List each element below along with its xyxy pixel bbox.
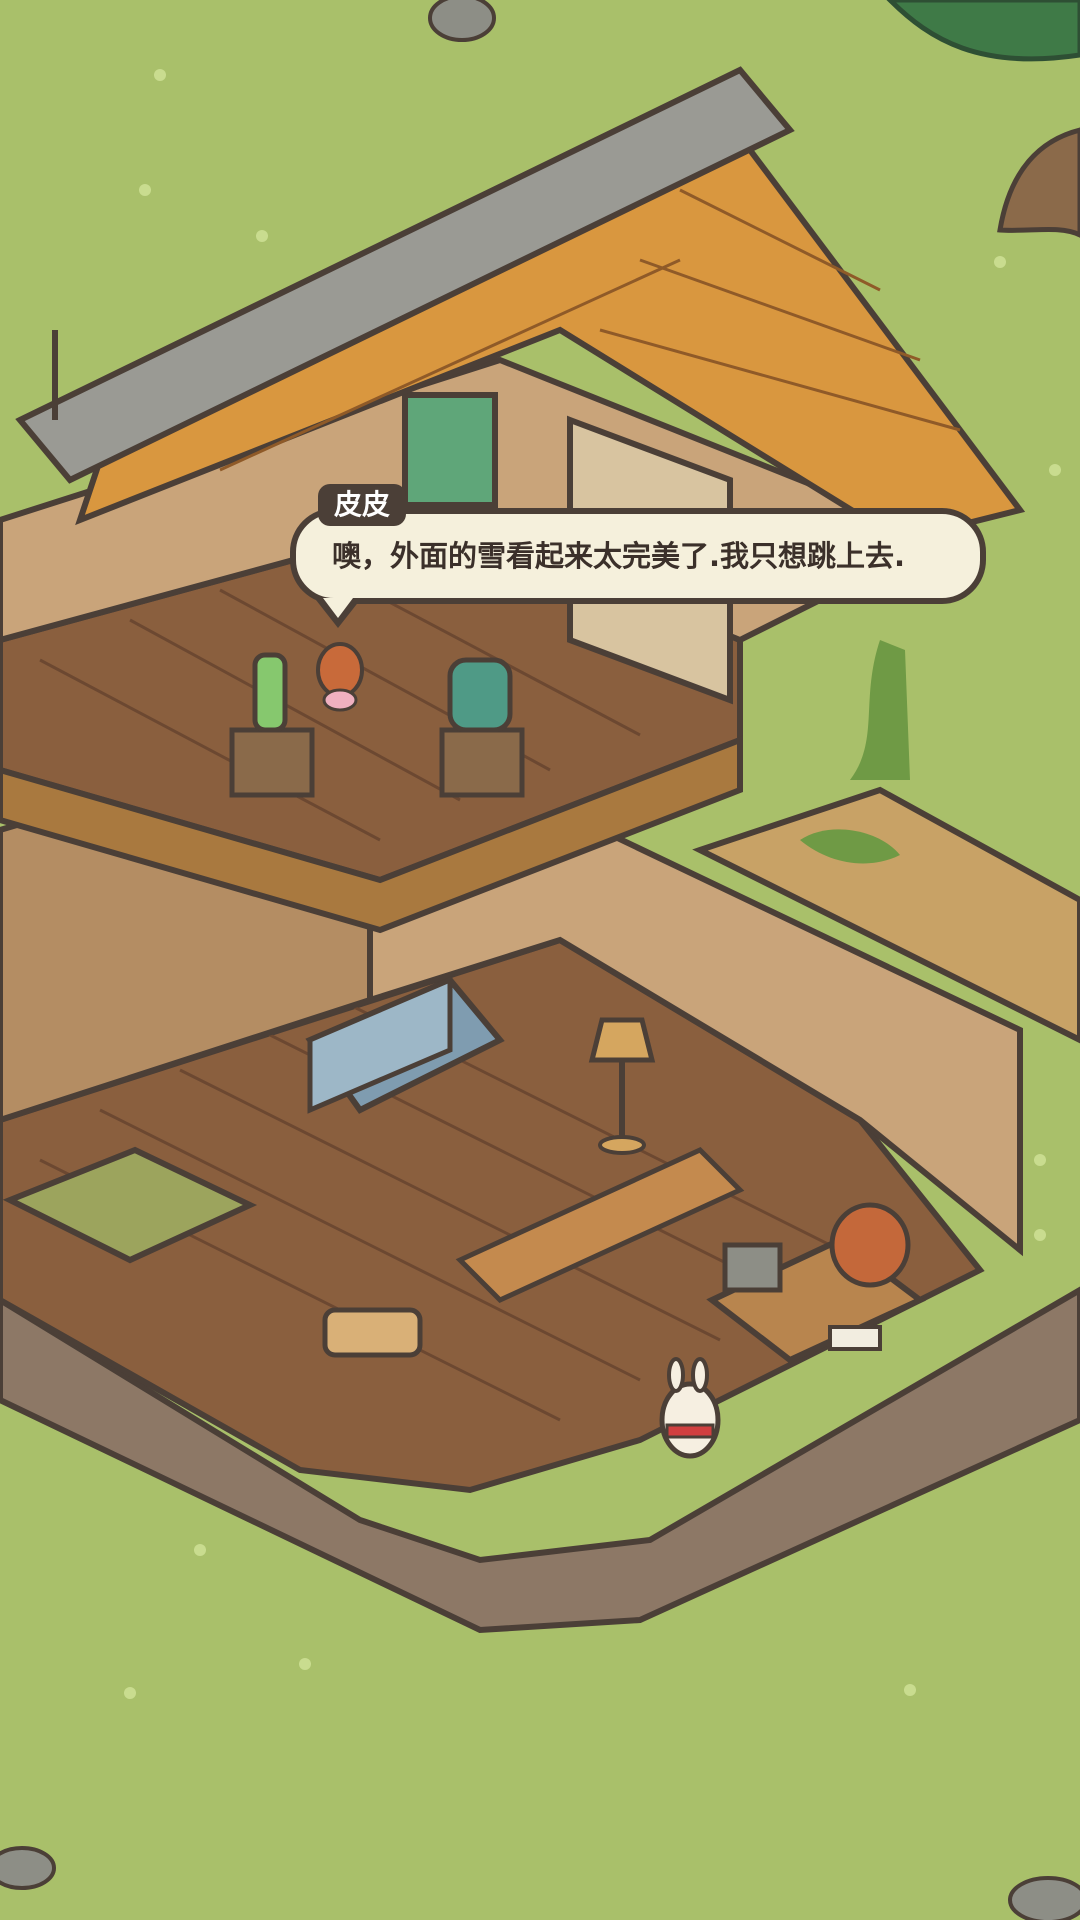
window-green <box>402 392 498 508</box>
red-panda-shopkeeper <box>829 1202 911 1288</box>
fox-character <box>316 642 364 712</box>
rock <box>428 0 496 42</box>
rock <box>0 1846 56 1890</box>
rock <box>1008 1876 1080 1920</box>
speech-tail-inner <box>323 598 353 618</box>
footstool <box>322 1307 423 1358</box>
open-book <box>828 1325 882 1351</box>
dialogue-text: 噢，外面的雪看起来太完美了.我只想跳上去. <box>332 539 906 573</box>
backpack-on-pedestal <box>439 657 525 798</box>
game-scene <box>0 0 1080 1920</box>
speaker-name-tag: 皮皮 <box>318 484 407 526</box>
